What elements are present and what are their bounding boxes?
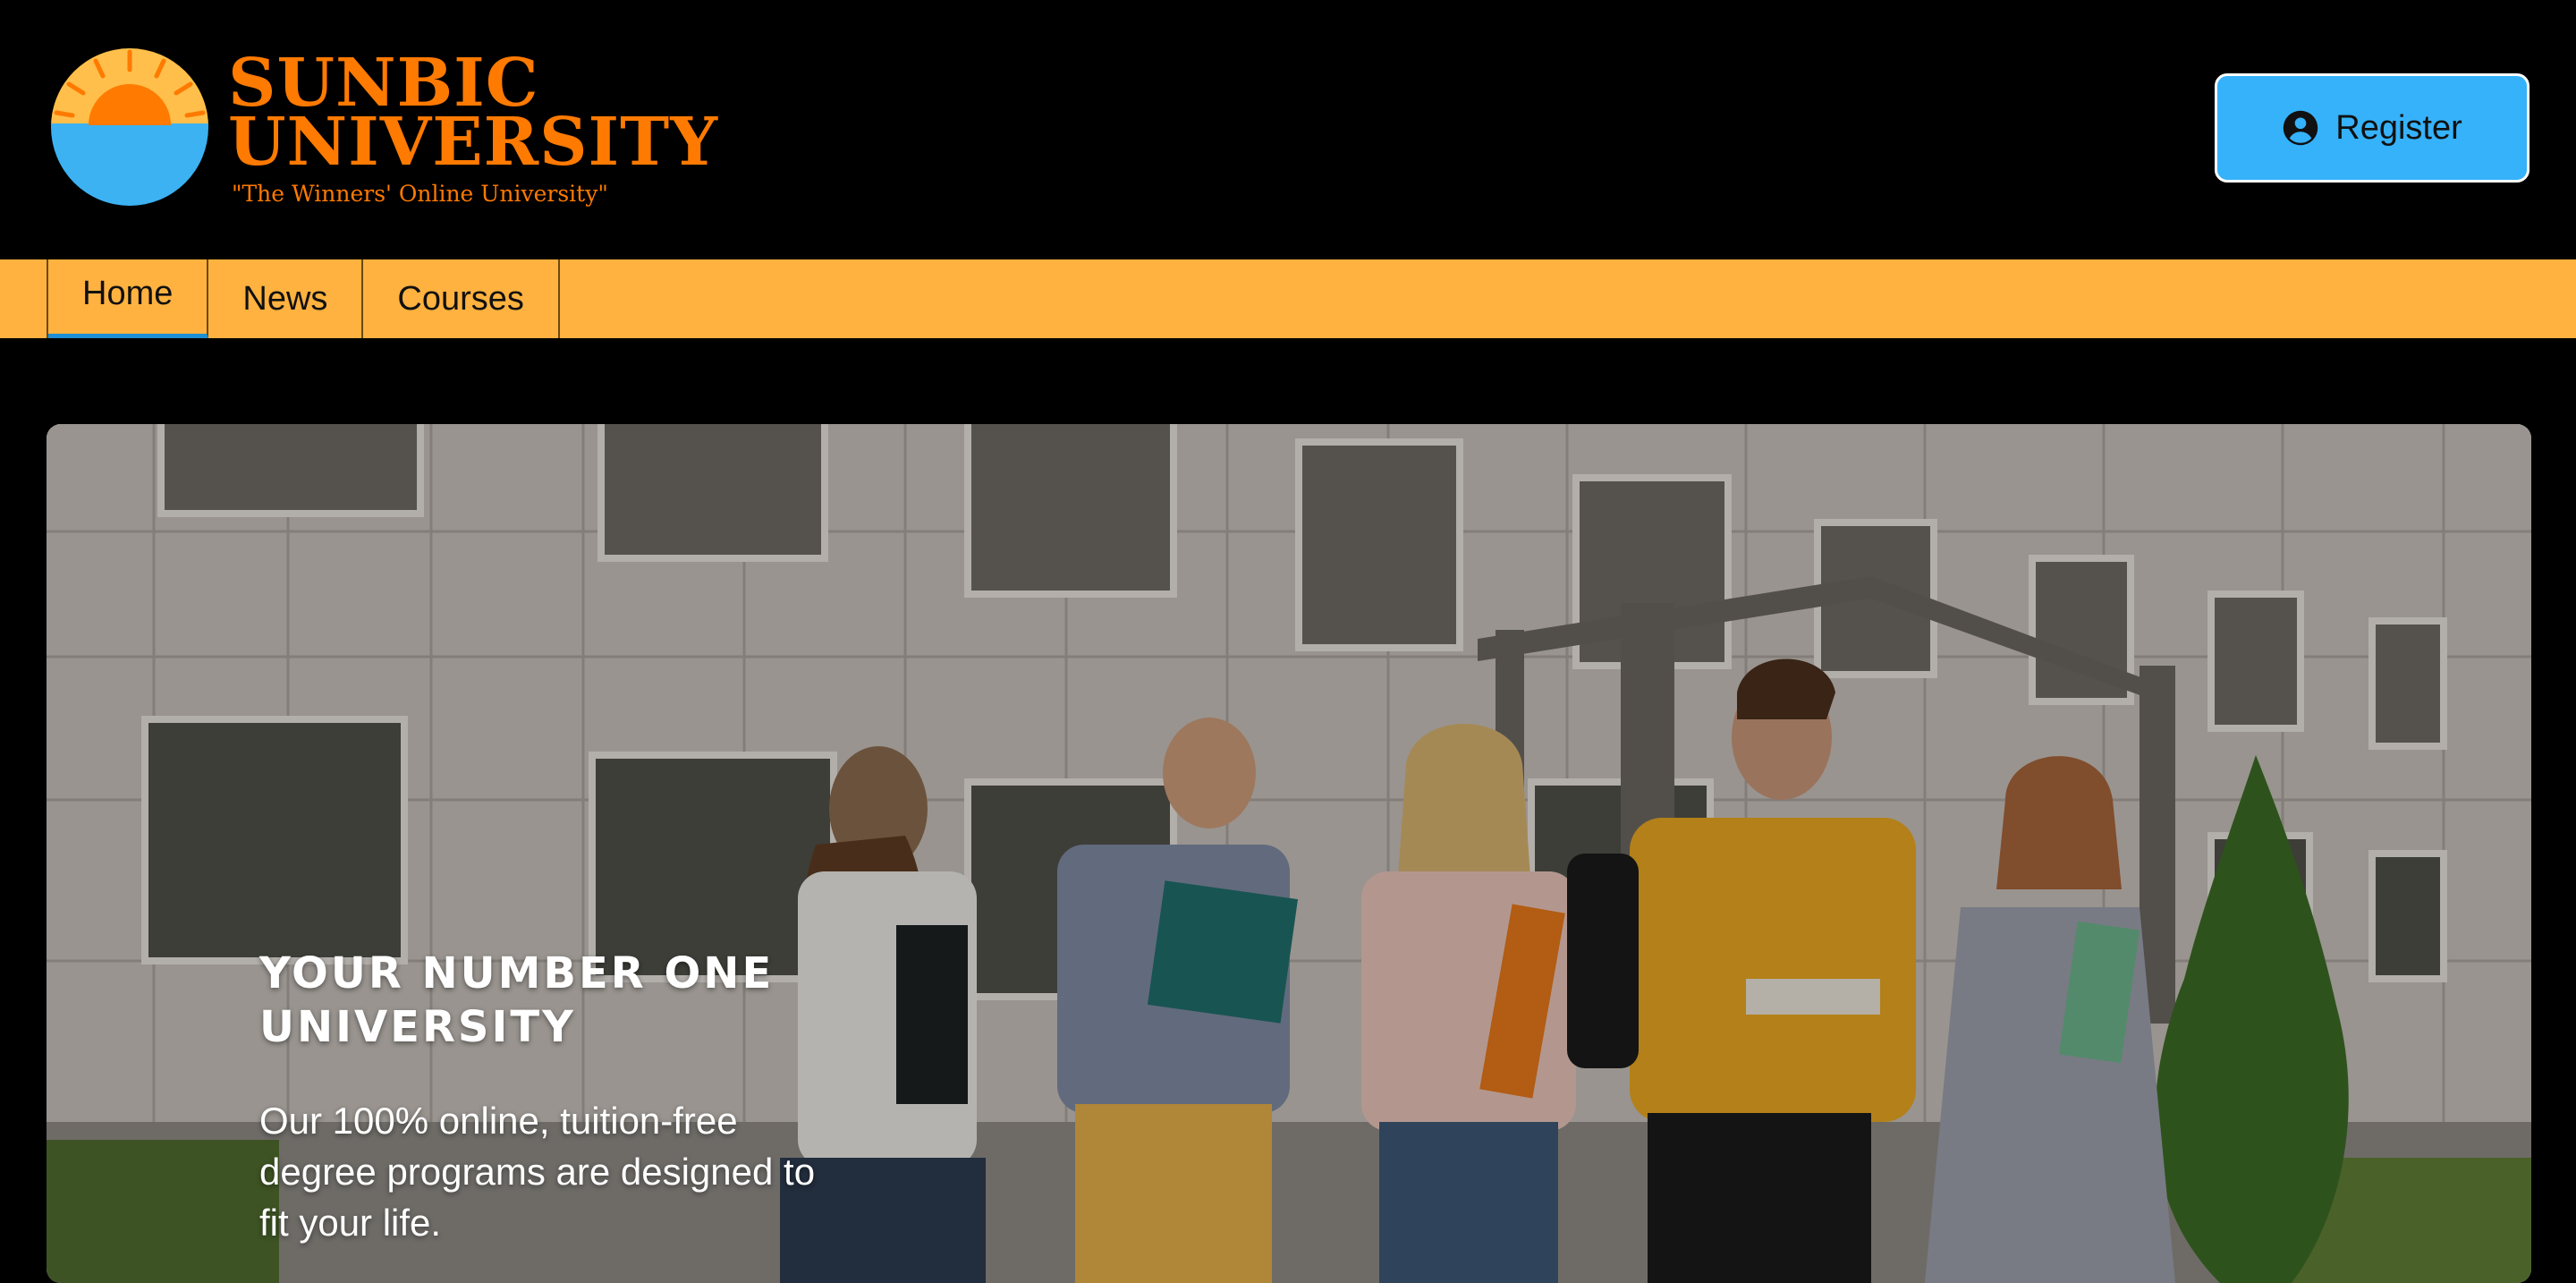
brand-name-line2: UNIVERSITY: [228, 104, 719, 181]
register-button-label: Register: [2335, 108, 2462, 147]
sun-over-sea-logo-icon: [51, 48, 208, 206]
register-button[interactable]: Register: [2215, 73, 2529, 183]
site-header: SUNBIC UNIVERSITY "The Winners' Online U…: [0, 0, 2576, 259]
nav-tab-list: Home News Courses: [47, 259, 560, 338]
nav-tab-courses[interactable]: Courses: [363, 259, 560, 338]
hero-banner: YOUR NUMBER ONE UNIVERSITY Our 100% onli…: [47, 424, 2531, 1283]
hero-description: Our 100% online, tuition-free degree pro…: [259, 1100, 816, 1244]
hero-heading: YOUR NUMBER ONE UNIVERSITY: [259, 948, 775, 1052]
main-navigation: Home News Courses: [0, 259, 2576, 338]
brand-logo[interactable]: SUNBIC UNIVERSITY "The Winners' Online U…: [49, 47, 765, 217]
account-circle-icon: [2284, 110, 2318, 146]
nav-tab-home[interactable]: Home: [48, 259, 209, 338]
nav-tab-news[interactable]: News: [208, 259, 364, 338]
brand-tagline: "The Winners' Online University": [232, 181, 608, 207]
